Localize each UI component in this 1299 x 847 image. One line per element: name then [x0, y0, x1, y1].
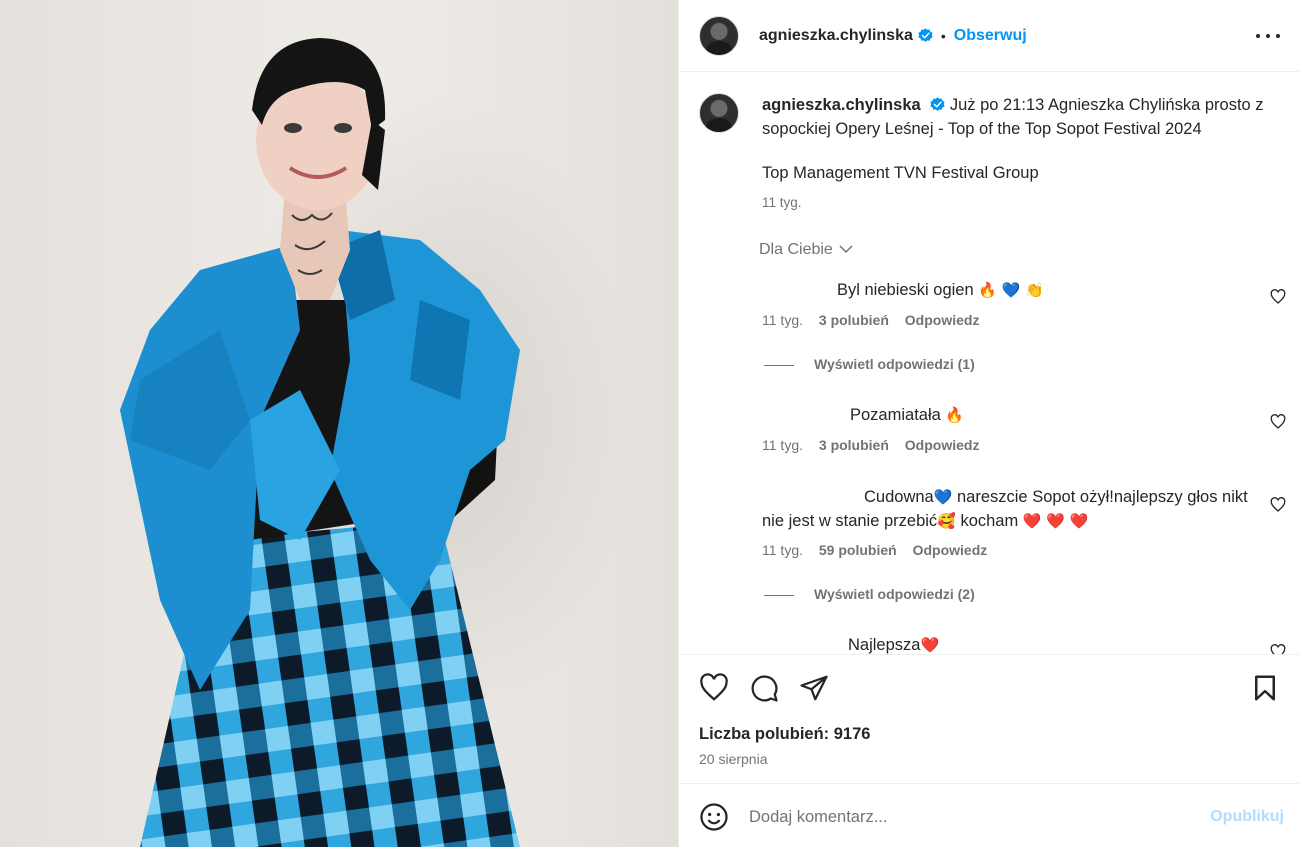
comment-like-icon[interactable] — [1270, 497, 1286, 513]
comment-meta: 11 tyg. 59 polubień Odpowiedz — [762, 542, 987, 558]
post-actions: Liczba polubień: 9176 20 sierpnia — [679, 654, 1299, 784]
comment-time[interactable]: 11 tyg. — [762, 312, 803, 328]
separator-dot: • — [940, 27, 946, 44]
caption-credit: Top Management TVN Festival Group — [762, 164, 1039, 182]
comment-text: Cudowna — [864, 488, 934, 506]
verified-badge-icon — [930, 97, 945, 111]
comments-scroll-area[interactable]: agnieszka.chylinska Już po 21:13 Agniesz… — [679, 73, 1299, 654]
comment-like-icon[interactable] — [1270, 414, 1286, 430]
more-options-icon[interactable] — [1256, 26, 1280, 46]
bookmark-icon[interactable] — [1250, 673, 1280, 703]
comment-reply-button[interactable]: Odpowiedz — [905, 312, 980, 328]
share-icon[interactable] — [799, 673, 829, 703]
verified-badge-icon — [918, 28, 933, 42]
post-image-illustration — [120, 38, 630, 847]
post-header: agnieszka.chylinska • Obserwuj — [679, 0, 1299, 72]
add-comment-bar: Opublikuj — [679, 783, 1299, 847]
follow-button[interactable]: Obserwuj — [954, 27, 1027, 45]
comment-time[interactable]: 11 tyg. — [762, 542, 803, 558]
comment-emoji: 🥰 — [937, 512, 956, 530]
caption-text: agnieszka.chylinska Już po 21:13 Agniesz… — [762, 93, 1282, 215]
comment-meta: 11 tyg. 3 polubień Odpowiedz — [762, 437, 979, 453]
comment-reply-button[interactable]: Odpowiedz — [905, 437, 980, 453]
post-modal: agnieszka.chylinska • Obserwuj agnieszka… — [0, 0, 1299, 847]
post-sidebar: agnieszka.chylinska • Obserwuj agnieszka… — [678, 0, 1299, 847]
caption-username[interactable]: agnieszka.chylinska — [762, 96, 921, 114]
comment-text: Pozamiatała — [850, 406, 941, 424]
comment-emojis: ❤️ — [920, 636, 940, 654]
comment-emojis: 🔥 — [945, 406, 965, 424]
emoji-icon[interactable] — [699, 802, 729, 832]
comment-likes[interactable]: 59 polubień — [819, 542, 897, 558]
likes-count[interactable]: Liczba polubień: 9176 — [699, 725, 870, 744]
post-photo[interactable] — [0, 0, 678, 847]
comment-like-icon[interactable] — [1270, 644, 1286, 654]
heart-icon[interactable] — [699, 673, 729, 703]
comment-input[interactable] — [749, 802, 1189, 832]
author-username[interactable]: agnieszka.chylinska — [759, 27, 913, 45]
author-avatar[interactable] — [699, 15, 739, 56]
comment-emojis: ❤️ ❤️ ❤️ — [1022, 512, 1089, 530]
comment-likes[interactable]: 3 polubień — [819, 437, 889, 453]
comment-item: Byl niebieski ogien 🔥 💙 👏 — [762, 278, 1262, 302]
comment-item: Cudowna💙 nareszcie Sopot ożył!najlepszy … — [762, 485, 1262, 533]
caption-time[interactable]: 11 tyg. — [762, 191, 1282, 215]
comment-emoji: 💙 — [933, 488, 953, 506]
view-replies-button[interactable]: Wyświetl odpowiedzi (1) — [764, 356, 975, 372]
comment-time[interactable]: 11 tyg. — [762, 437, 803, 453]
caption-avatar[interactable] — [699, 93, 739, 133]
comment-sort-label: Dla Ciebie — [759, 241, 833, 258]
comment-emojis: 🔥 💙 👏 — [978, 281, 1044, 299]
chevron-down-icon — [839, 245, 853, 254]
comment-reply-button[interactable]: Odpowiedz — [913, 542, 988, 558]
comment-icon[interactable] — [749, 673, 779, 703]
comment-item: Pozamiatała 🔥 — [762, 403, 1262, 427]
comment-like-icon[interactable] — [1270, 289, 1286, 305]
comment-likes[interactable]: 3 polubień — [819, 312, 889, 328]
comment-text: Byl niebieski ogien — [837, 281, 974, 299]
comment-meta: 11 tyg. 3 polubień Odpowiedz — [762, 312, 979, 328]
comment-sort-dropdown[interactable]: Dla Ciebie — [759, 241, 853, 259]
post-comment-button[interactable]: Opublikuj — [1210, 808, 1284, 826]
comment-text: kocham — [955, 512, 1023, 530]
comment-item: Najlepsza❤️ — [762, 633, 1262, 654]
comment-text: Najlepsza — [848, 636, 921, 654]
view-replies-button[interactable]: Wyświetl odpowiedzi (2) — [764, 586, 975, 602]
post-date[interactable]: 20 sierpnia — [699, 751, 768, 767]
